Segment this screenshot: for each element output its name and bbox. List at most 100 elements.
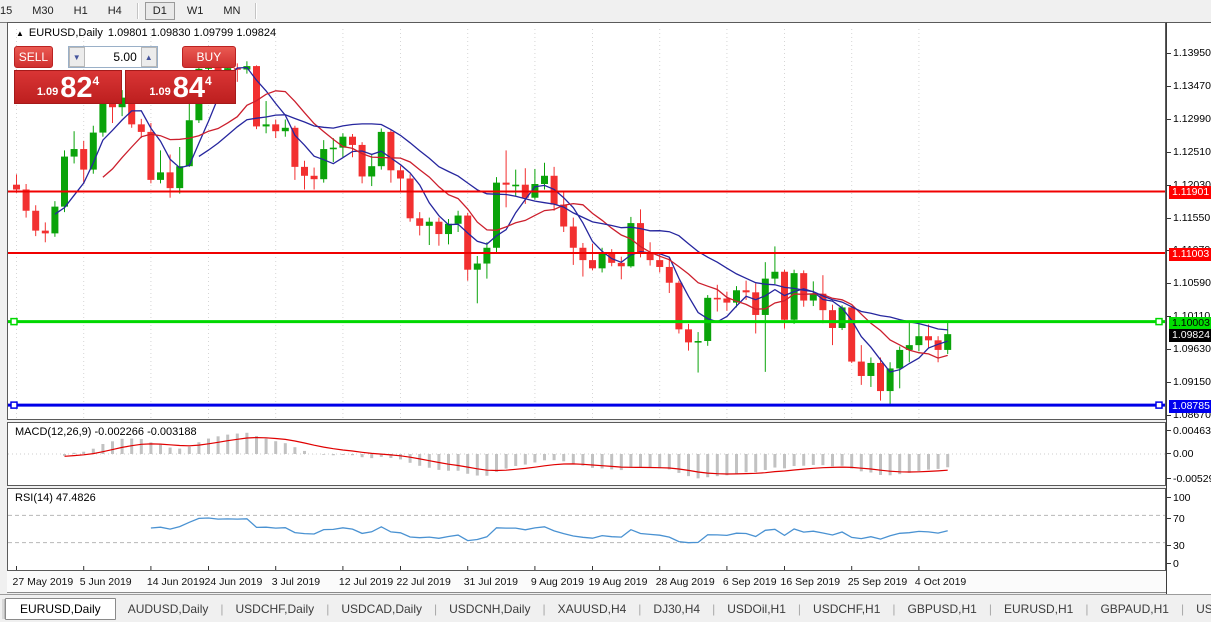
candle-body <box>147 132 154 180</box>
axis-tick-mark <box>1167 453 1171 454</box>
date-axis-label: 31 Jul 2019 <box>464 576 518 588</box>
date-axis-label: 12 Jul 2019 <box>339 576 393 588</box>
candle-body <box>282 128 289 131</box>
line-drag-handle[interactable] <box>11 402 17 408</box>
line-drag-handle[interactable] <box>11 319 17 325</box>
timeframe-button-h4[interactable]: H4 <box>100 2 130 20</box>
timeframe-button-mn[interactable]: MN <box>215 2 248 20</box>
chart-tab-usdcnh-daily[interactable]: USDCNH,Daily <box>437 599 542 619</box>
candle-body <box>589 260 596 268</box>
rsi-pane: RSI(14) 47.4826 <box>7 488 1166 571</box>
axis-tick-mark <box>1167 152 1171 153</box>
chart-tab-gbpaud-h1[interactable]: GBPAUD,H1 <box>1088 599 1180 619</box>
timeframe-button-w1[interactable]: W1 <box>179 2 212 20</box>
axis-tick-mark <box>1167 185 1171 186</box>
chart-tab-xauusd-h4[interactable]: XAUUSD,H4 <box>546 599 639 619</box>
volume-input[interactable] <box>85 47 141 67</box>
price-tick-label: 1.12510 <box>1173 146 1211 158</box>
macd-pane: MACD(12,26,9) -0.002266 -0.003188 <box>7 422 1166 486</box>
candle-body <box>272 124 279 131</box>
chart-window: ▲ EURUSD,Daily 1.09801 1.09830 1.09799 1… <box>0 22 1211 594</box>
date-axis-label: 5 Jun 2019 <box>80 576 132 588</box>
chart-tab-usdchf-daily[interactable]: USDCHF,Daily <box>224 599 327 619</box>
chart-tab-eurusd-daily[interactable]: EURUSD,Daily <box>5 598 116 620</box>
sell-button[interactable]: SELL <box>14 46 53 68</box>
toolbar-separator <box>137 3 138 19</box>
candle-body <box>435 222 442 234</box>
volume-decrease-button[interactable]: ▼ <box>69 47 85 67</box>
candle-body <box>51 207 58 234</box>
timeframe-toolbar: 15M30 H1H4 D1W1MN <box>0 0 1211 22</box>
chart-tab-usdjp[interactable]: USDJP <box>1184 599 1211 619</box>
date-axis: 27 May 20195 Jun 201914 Jun 201924 Jun 2… <box>7 571 1166 593</box>
chart-tab-usdoil-h1[interactable]: USDOil,H1 <box>715 599 798 619</box>
candle-body <box>877 363 884 391</box>
candle-body <box>167 172 174 188</box>
volume-stepper: ▼ ▲ <box>68 46 158 68</box>
candle-body <box>695 341 702 343</box>
line-drag-handle[interactable] <box>1156 402 1162 408</box>
candle-body <box>618 263 625 266</box>
price-tick-label: 1.12990 <box>1173 113 1211 125</box>
candle-body <box>407 179 414 219</box>
chart-tab-usdchf-h1[interactable]: USDCHF,H1 <box>801 599 892 619</box>
candle-body <box>666 267 673 283</box>
candle-body <box>157 172 164 180</box>
candle-body <box>541 176 548 184</box>
buy-price-prefix: 1.09 <box>149 86 170 98</box>
chart-symbol-label: EURUSD,Daily <box>29 27 103 39</box>
candle-body <box>771 272 778 279</box>
buy-price-pip: 4 <box>205 74 212 88</box>
chart-tab-usdcad-daily[interactable]: USDCAD,Daily <box>329 599 434 619</box>
candle-body <box>416 218 423 226</box>
price-tick-label: 1.13470 <box>1173 80 1211 92</box>
date-axis-label: 25 Sep 2019 <box>848 576 908 588</box>
buy-price-big: 84 <box>173 75 205 101</box>
timeframe-button-d1[interactable]: D1 <box>145 2 175 20</box>
chart-tab-audusd-daily[interactable]: AUDUSD,Daily <box>116 599 221 619</box>
date-axis-label: 9 Aug 2019 <box>531 576 584 588</box>
indicator-tick-label: 70 <box>1173 513 1185 525</box>
price-pane: ▲ EURUSD,Daily 1.09801 1.09830 1.09799 1… <box>7 22 1166 420</box>
line-drag-handle[interactable] <box>1156 319 1162 325</box>
candle-body <box>483 248 490 264</box>
one-click-trading-panel: SELL ▼ ▲ BUY 1.09 82 4 1.09 84 4 <box>14 45 236 104</box>
candle-body <box>829 310 836 328</box>
date-axis-label: 24 Jun 2019 <box>205 576 263 588</box>
axis-tick-mark <box>1167 545 1171 546</box>
indicator-tick-label: 30 <box>1173 540 1185 552</box>
candle-body <box>685 329 692 342</box>
axis-tick-mark <box>1167 382 1171 383</box>
price-tick-label: 1.13950 <box>1173 47 1211 59</box>
candle-body <box>23 189 30 210</box>
chart-tab-eurusd-h1[interactable]: EURUSD,H1 <box>992 599 1085 619</box>
candle-body <box>570 227 577 248</box>
timeframe-button-m30[interactable]: M30 <box>24 2 61 20</box>
moving-average-line <box>103 91 948 358</box>
chart-title: ▲ EURUSD,Daily 1.09801 1.09830 1.09799 1… <box>16 27 276 39</box>
date-axis-label: 16 Sep 2019 <box>781 576 841 588</box>
axis-tick-mark <box>1167 478 1171 479</box>
candle-body <box>426 222 433 226</box>
axis-tick-mark <box>1167 497 1171 498</box>
axis-tick-mark <box>1167 86 1171 87</box>
axis-tick-mark <box>1167 563 1171 564</box>
axis-tick-mark <box>1167 430 1171 431</box>
chart-tab-dj30-h4[interactable]: DJ30,H4 <box>641 599 712 619</box>
chart-tab-gbpusd-h1[interactable]: GBPUSD,H1 <box>896 599 989 619</box>
indicator-tick-label: -0.005299 <box>1173 473 1211 485</box>
buy-price-panel[interactable]: 1.09 84 4 <box>125 70 236 104</box>
candle-body <box>464 216 471 270</box>
buy-button[interactable]: BUY <box>182 46 236 68</box>
timeframe-button-h1[interactable]: H1 <box>66 2 96 20</box>
volume-increase-button[interactable]: ▲ <box>141 47 157 67</box>
sell-price-big: 82 <box>60 75 92 101</box>
axis-tick-mark <box>1167 415 1171 416</box>
candle-body <box>13 185 20 190</box>
candle-body <box>80 149 87 170</box>
axis-tick-mark <box>1167 518 1171 519</box>
sell-price-panel[interactable]: 1.09 82 4 <box>14 70 122 104</box>
price-tick-label: 1.09630 <box>1173 343 1211 355</box>
date-axis-label: 4 Oct 2019 <box>915 576 966 588</box>
timeframe-button-15[interactable]: 15 <box>0 2 20 20</box>
